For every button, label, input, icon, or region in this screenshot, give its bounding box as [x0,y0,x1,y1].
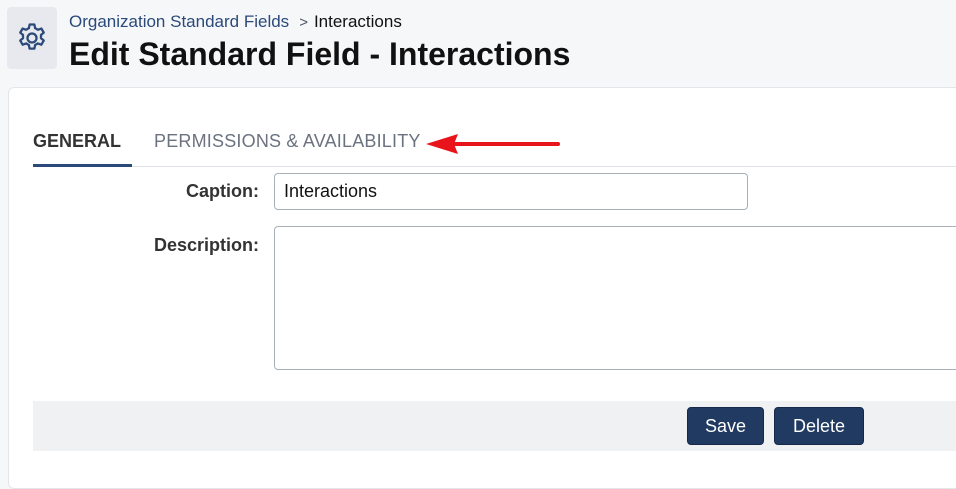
description-input[interactable] [274,226,956,370]
breadcrumb-parent-link[interactable]: Organization Standard Fields [69,12,289,32]
breadcrumb-separator: > [299,13,308,31]
save-button[interactable]: Save [687,407,764,445]
gear-icon [7,7,57,69]
tab-permissions-availability[interactable]: PERMISSIONS & AVAILABILITY [154,118,421,164]
breadcrumb: Organization Standard Fields > Interacti… [69,12,402,32]
caption-label: Caption: [186,181,259,201]
page-title: Edit Standard Field - Interactions [69,36,571,72]
caption-input[interactable] [274,173,748,210]
description-label: Description: [153,235,259,255]
tab-general[interactable]: GENERAL [33,118,132,167]
red-arrow-icon [426,134,560,154]
breadcrumb-current: Interactions [313,12,402,31]
delete-button[interactable]: Delete [774,407,864,445]
